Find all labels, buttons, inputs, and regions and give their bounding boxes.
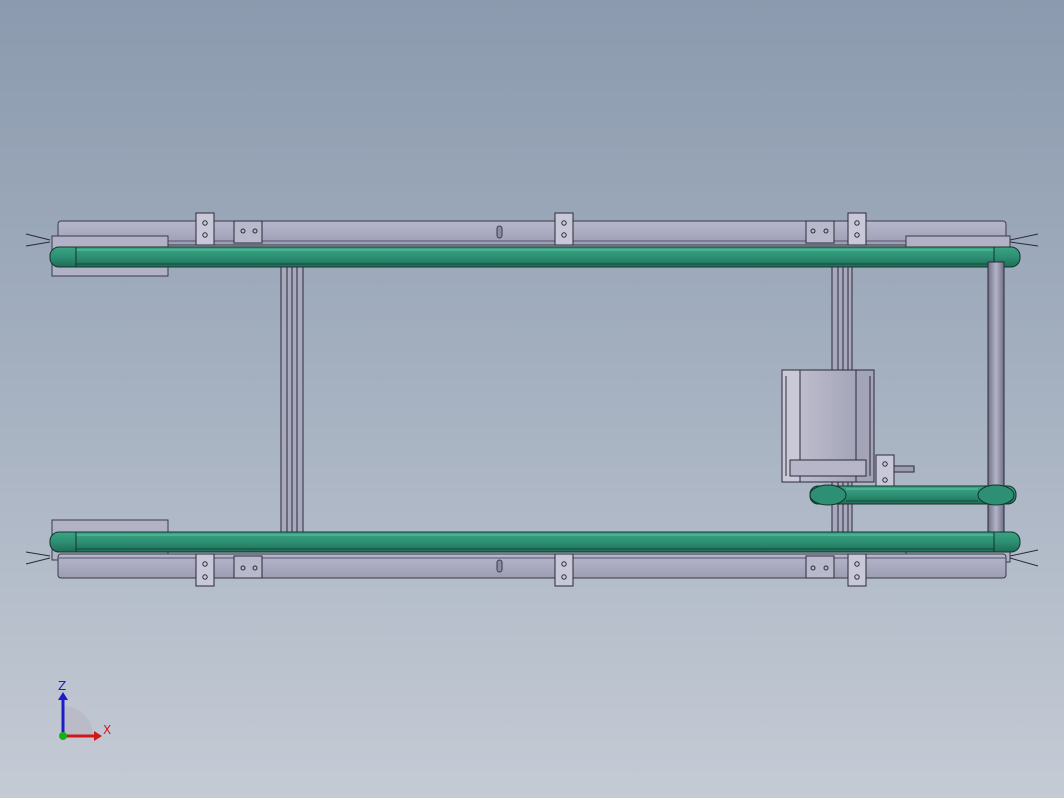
bottom-mount-bracket-2 bbox=[554, 553, 574, 587]
cad-viewport[interactable]: Z X bbox=[0, 0, 1064, 798]
top-rail-slot bbox=[496, 225, 503, 239]
top-right-end-plate bbox=[905, 235, 1011, 249]
bottom-clamp-block-right bbox=[805, 555, 835, 579]
triad-quadrant bbox=[63, 706, 93, 736]
z-axis-label: Z bbox=[58, 679, 66, 693]
stepper-motor bbox=[781, 369, 915, 488]
bottom-mount-bracket-3 bbox=[847, 553, 867, 587]
shaft-pulley bbox=[977, 484, 1015, 506]
left-cross-frame bbox=[280, 266, 304, 533]
top-clamp-block-right bbox=[805, 220, 835, 244]
bottom-conveyor bbox=[25, 519, 1039, 587]
top-clamp-block-left bbox=[233, 220, 263, 244]
bottom-right-guide-tip bbox=[1009, 549, 1039, 567]
orientation-triad[interactable]: Z X bbox=[58, 679, 111, 741]
top-right-guide-tip bbox=[1009, 233, 1039, 247]
top-mount-bracket-2 bbox=[554, 212, 574, 246]
motor-pulley bbox=[809, 484, 847, 506]
drive-belt-assembly bbox=[809, 484, 1017, 506]
bottom-clamp-block-left bbox=[233, 555, 263, 579]
top-mount-bracket-3 bbox=[847, 212, 867, 246]
bottom-mount-bracket-1 bbox=[195, 553, 215, 587]
x-axis-label: X bbox=[103, 723, 111, 737]
motor-shaft-end bbox=[893, 465, 915, 473]
bottom-left-guide-tip bbox=[25, 551, 51, 565]
bottom-rail-slot bbox=[496, 559, 503, 573]
top-conveyor bbox=[25, 212, 1039, 277]
y-axis-indicator bbox=[59, 732, 67, 740]
top-mount-bracket-1 bbox=[195, 212, 215, 246]
top-left-guide-tip bbox=[25, 233, 51, 247]
